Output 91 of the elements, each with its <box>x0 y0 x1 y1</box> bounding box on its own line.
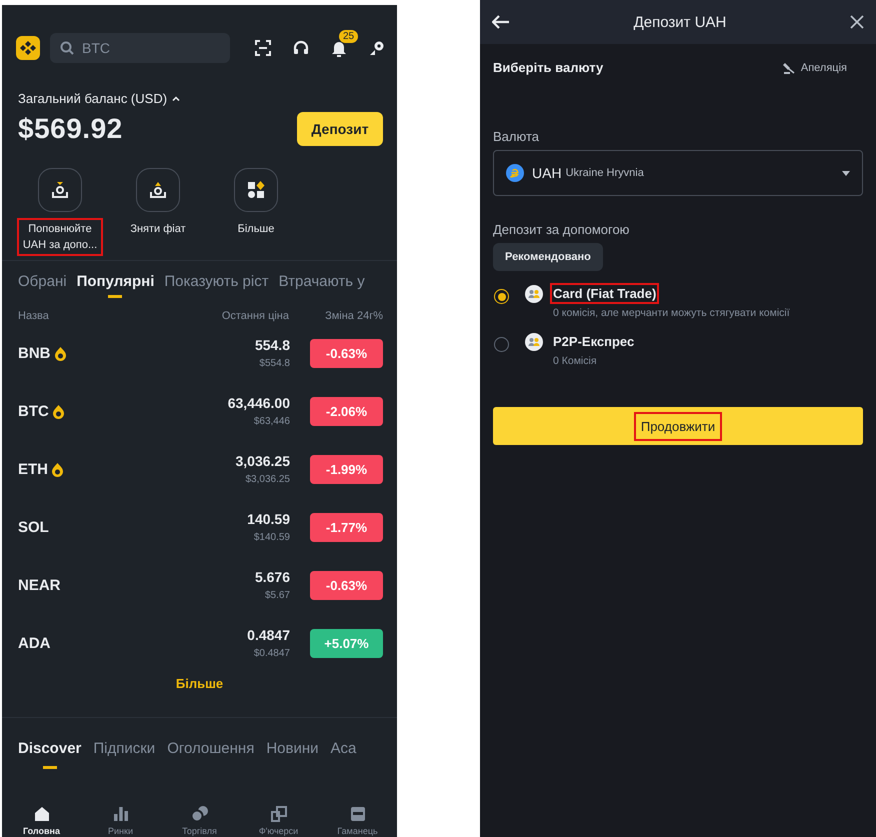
price-usd: $0.4847 <box>254 648 290 659</box>
price: 554.8 <box>254 337 290 353</box>
price-usd: $3,036.25 <box>246 474 290 485</box>
wallet-icon <box>350 806 366 822</box>
change-badge: +5.07% <box>310 628 383 658</box>
action-button[interactable] <box>136 168 180 212</box>
price-usd: $554.8 <box>259 358 290 369</box>
discover-tab[interactable]: Новини <box>266 740 319 769</box>
change-badge: -1.77% <box>310 512 383 542</box>
action-label[interactable]: Зняти фіат <box>115 218 201 240</box>
appeal-link[interactable]: Апеляція <box>800 62 847 74</box>
balance-label[interactable]: Загальний баланс (USD) <box>18 91 168 106</box>
section-title: Виберіть валюту <box>493 60 604 75</box>
apps-icon <box>247 181 265 199</box>
coin-symbol[interactable]: ETH <box>18 460 48 478</box>
deposit-button[interactable]: Депозит <box>297 112 383 146</box>
close-icon[interactable] <box>850 15 864 29</box>
column-header: Назва <box>18 310 50 322</box>
notification-badge: 25 <box>339 30 358 42</box>
action-button[interactable] <box>234 168 278 212</box>
market-tab[interactable]: Втрачають у <box>278 273 365 298</box>
coin-symbol[interactable]: NEAR <box>18 576 61 594</box>
discover-tab[interactable]: Оголошення <box>167 740 254 769</box>
change-badge: -0.63% <box>310 338 383 368</box>
price: 0.4847 <box>247 627 290 643</box>
price-usd: $5.67 <box>264 590 290 601</box>
price: 140.59 <box>247 511 290 527</box>
price: 3,036.25 <box>236 453 290 469</box>
discover-tab[interactable]: Discover <box>18 740 82 769</box>
screen-title: Депозит UAH <box>634 14 726 30</box>
market-tab[interactable]: Показують ріст <box>164 273 269 298</box>
discover-tab[interactable]: Аса <box>330 740 356 769</box>
method-note: 0 комісія, але мерчанти можуть стягувати комісії <box>553 307 790 319</box>
radio-button[interactable] <box>494 337 509 352</box>
home-icon <box>34 806 50 822</box>
currency-code: UAH <box>532 165 562 181</box>
price-usd: $63,446 <box>254 416 290 427</box>
action-button[interactable] <box>38 168 82 212</box>
coin-symbol[interactable]: BTC <box>18 402 49 420</box>
continue-button[interactable]: Продовжити <box>493 407 863 445</box>
nav-tab[interactable]: Ф'ючерси <box>244 806 314 836</box>
deposit-icon <box>51 181 69 199</box>
method-name[interactable]: Card (Fiat Trade) <box>550 283 660 304</box>
hryvnia-coin-icon <box>506 164 524 182</box>
people-icon <box>525 333 543 351</box>
back-arrow-icon[interactable] <box>492 15 510 29</box>
balance-amount: $569.92 <box>18 113 123 145</box>
coins-icon <box>190 806 208 822</box>
filter-chip[interactable]: Рекомендовано <box>493 243 603 271</box>
currency-name: Ukraine Hryvnia <box>566 167 644 179</box>
nav-tab[interactable]: Головна <box>6 806 76 836</box>
column-header: Остання ціна <box>220 310 289 322</box>
action-label[interactable]: Поповнюйте UAH за допо... <box>17 218 103 256</box>
currency-dropdown[interactable]: UAH Ukraine Hryvnia <box>493 150 863 196</box>
price-usd: $140.59 <box>254 532 290 543</box>
radio-button[interactable] <box>494 289 509 304</box>
bar-chart-icon <box>112 806 128 822</box>
field-label: Валюта <box>493 129 540 144</box>
profile-icon[interactable] <box>369 40 385 56</box>
headset-icon[interactable] <box>293 40 309 56</box>
change-badge: -2.06% <box>310 396 383 426</box>
discover-tab[interactable]: Підписки <box>93 740 156 769</box>
price: 5.676 <box>254 569 290 585</box>
logo-icon[interactable] <box>16 36 40 60</box>
dropdown-caret-icon <box>842 170 850 176</box>
coin-symbol[interactable]: BNB <box>18 344 50 362</box>
scan-icon[interactable] <box>255 40 271 56</box>
search-icon <box>60 41 74 55</box>
coin-symbol[interactable]: ADA <box>18 634 50 652</box>
field-label: Депозит за допомогою <box>493 222 630 237</box>
market-tab[interactable]: Популярні <box>76 273 154 298</box>
market-tab[interactable]: Обрані <box>18 273 67 298</box>
change-badge: -0.63% <box>310 570 383 600</box>
method-name[interactable]: P2P-Експрес <box>550 331 638 352</box>
coin-symbol[interactable]: SOL <box>18 518 49 536</box>
search-field[interactable]: BTC <box>50 33 230 63</box>
gavel-icon[interactable] <box>782 62 795 74</box>
action-label[interactable]: Більше <box>213 218 299 240</box>
nav-tab[interactable]: Гаманець <box>322 806 392 836</box>
people-icon <box>525 285 543 303</box>
column-header: Зміна 24г% <box>324 310 383 322</box>
price: 63,446.00 <box>228 395 290 411</box>
nav-tab[interactable]: Ринки <box>86 806 156 836</box>
futures-icon <box>270 806 286 822</box>
withdraw-icon <box>149 181 167 199</box>
bell-icon[interactable] <box>331 40 347 56</box>
method-note: 0 Комісія <box>553 355 597 367</box>
nav-tab[interactable]: Торгівля <box>164 806 234 836</box>
caret-icon[interactable] <box>172 96 180 101</box>
change-badge: -1.99% <box>310 454 383 484</box>
more-link[interactable]: Більше <box>176 676 224 691</box>
